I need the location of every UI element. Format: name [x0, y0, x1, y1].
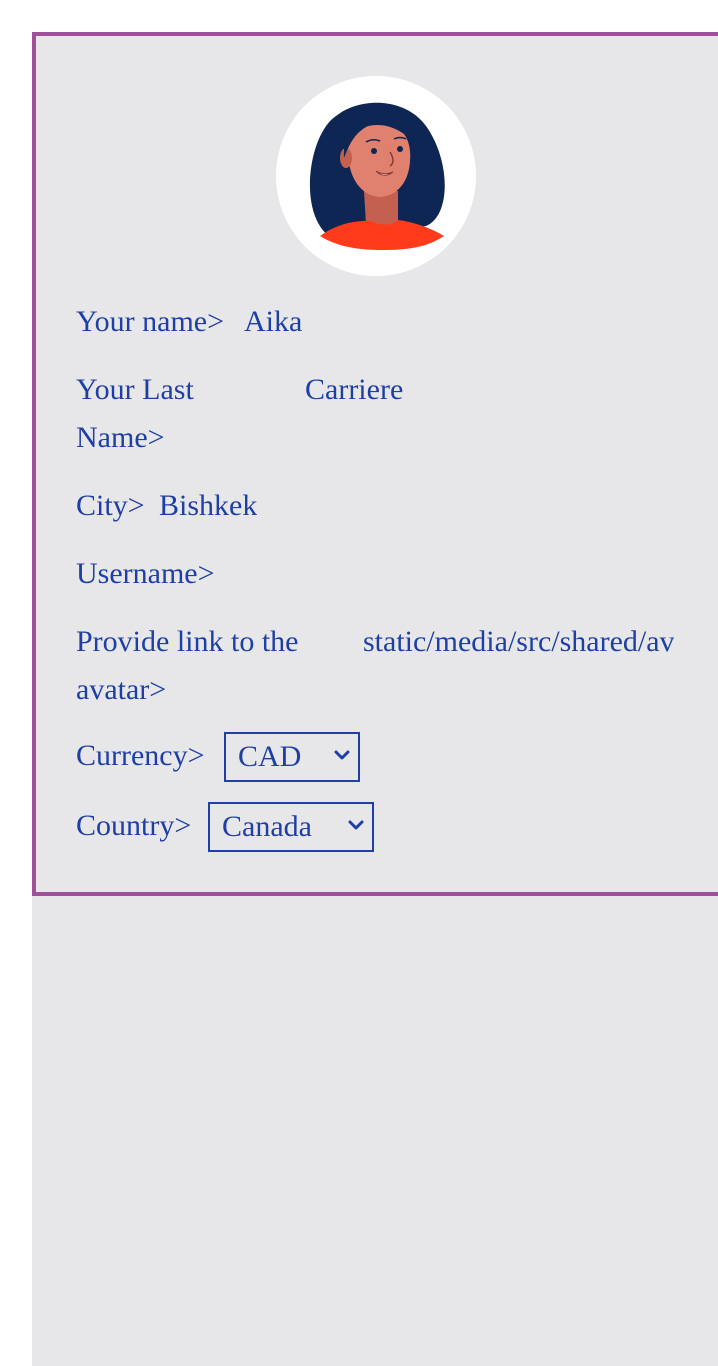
- city-field[interactable]: Bishkek: [159, 482, 257, 530]
- avatar-link-row: Provide link to the avatar> static/media…: [76, 618, 676, 714]
- chevron-down-icon: [334, 750, 350, 760]
- last-name-label: Your Last Name>: [76, 373, 194, 454]
- chevron-down-icon: [348, 820, 364, 830]
- first-name-field[interactable]: Aika: [244, 298, 302, 346]
- last-name-field[interactable]: Carriere: [305, 366, 403, 414]
- avatar-link-label: Provide link to the avatar>: [76, 625, 299, 706]
- first-name-label: Your name>: [76, 305, 225, 338]
- first-name-row: Your name> Aika: [76, 298, 676, 346]
- country-label: Country>: [76, 809, 192, 842]
- city-label: City>: [76, 489, 145, 522]
- country-selected-value: Canada: [222, 810, 312, 843]
- avatar-link-field[interactable]: static/media/src/shared/avatar: [363, 618, 674, 666]
- currency-row: Currency> CAD: [76, 732, 676, 782]
- username-row: Username>: [76, 550, 676, 598]
- profile-card: Your name> Aika Your Last Name> Carriere…: [32, 32, 718, 896]
- currency-label: Currency>: [76, 739, 205, 772]
- country-row: Country> Canada: [76, 802, 676, 852]
- avatar: [276, 76, 476, 276]
- username-field[interactable]: [236, 550, 536, 598]
- woman-avatar-icon: [276, 76, 476, 276]
- country-select[interactable]: Canada: [208, 802, 374, 852]
- currency-select[interactable]: CAD: [224, 732, 360, 782]
- city-row: City> Bishkek: [76, 482, 676, 530]
- username-label: Username>: [76, 557, 215, 590]
- last-name-row: Your Last Name> Carriere: [76, 366, 676, 462]
- currency-selected-value: CAD: [238, 740, 302, 773]
